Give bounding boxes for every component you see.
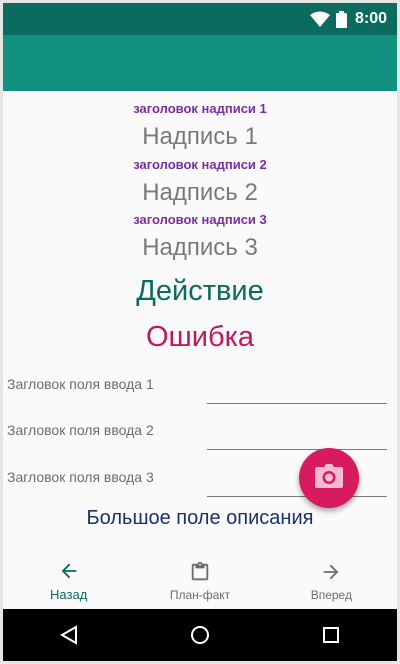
status-bar: 8:00 <box>3 3 397 35</box>
phone-screen: 8:00 заголовок надписи 1 Надпись 1 загол… <box>0 0 400 664</box>
action-text[interactable]: Действие <box>3 275 397 308</box>
input-field-1: Загловок поля ввода 1 <box>3 376 397 416</box>
caption-title-2: заголовок надписи 2 <box>133 157 267 172</box>
recents-square-icon[interactable] <box>311 615 351 655</box>
system-navigation-bar <box>3 609 397 661</box>
nav-forward[interactable]: Вперед <box>266 553 397 609</box>
caption-title-3: заголовок надписи 3 <box>133 212 267 227</box>
home-circle-icon[interactable] <box>180 615 220 655</box>
status-time: 8:00 <box>354 10 387 27</box>
back-triangle-icon[interactable] <box>49 615 89 655</box>
caption-title-1: заголовок надписи 1 <box>133 101 267 116</box>
nav-forward-label: Вперед <box>310 587 352 602</box>
wifi-icon <box>309 11 330 27</box>
caption-text-2: Надпись 2 <box>142 179 258 206</box>
big-description-field[interactable]: Большое поле описания <box>3 507 397 530</box>
input-field-1-label: Загловок поля ввода 1 <box>7 376 154 392</box>
caption-text-3: Надпись 3 <box>142 234 258 261</box>
nav-back[interactable]: Назад <box>3 553 134 609</box>
bottom-navigation: Назад План-факт Вперед <box>3 553 397 609</box>
caption-text-1: Надпись 1 <box>142 123 258 150</box>
nav-plan-fact-label: План-факт <box>169 587 231 602</box>
arrow-left-icon <box>58 560 80 585</box>
nav-plan-fact[interactable]: План-факт <box>134 553 265 609</box>
error-text: Ошибка <box>145 321 255 353</box>
nav-back-label: Назад <box>50 587 88 602</box>
input-field-1-input[interactable] <box>207 384 387 404</box>
app-bar <box>3 35 397 91</box>
clipboard-icon <box>189 561 211 586</box>
input-field-2-label: Загловок поля ввода 2 <box>7 422 154 438</box>
input-field-2-input[interactable] <box>207 430 387 450</box>
input-field-3-input[interactable] <box>207 477 387 497</box>
input-field-3-label: Загловок поля ввода 3 <box>7 469 154 485</box>
camera-fab-button[interactable] <box>299 448 359 508</box>
arrow-right-icon <box>320 561 342 586</box>
battery-icon <box>335 10 347 28</box>
camera-icon <box>315 463 343 493</box>
